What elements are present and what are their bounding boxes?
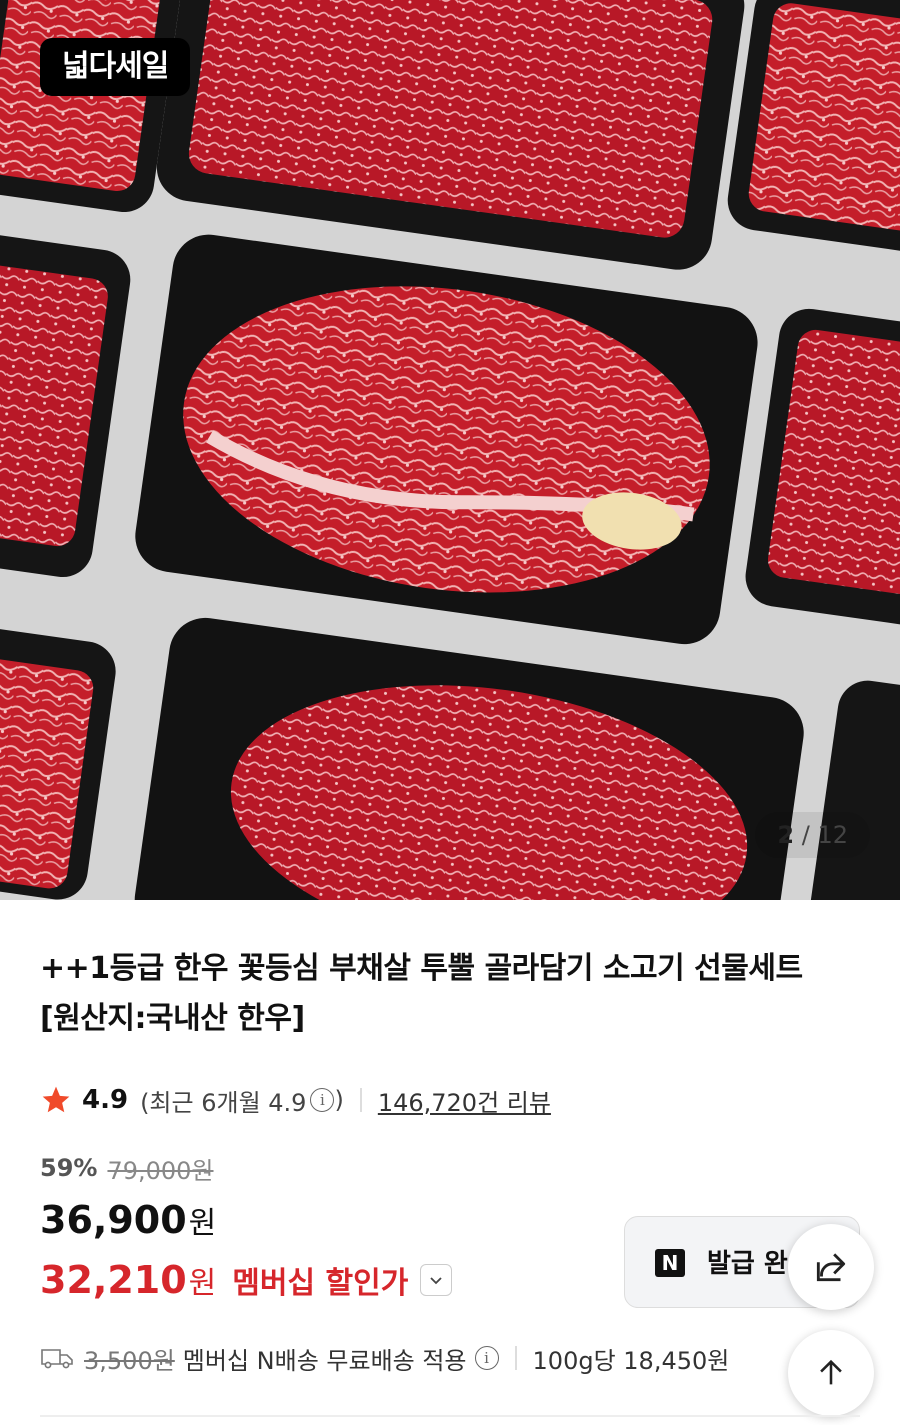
- image-counter: 2 / 12: [755, 812, 870, 858]
- divider: [514, 1346, 517, 1370]
- info-icon[interactable]: i: [310, 1088, 335, 1112]
- arrow-up-icon: [820, 1359, 842, 1385]
- share-button[interactable]: [788, 1224, 874, 1310]
- rating-recent-close: ): [334, 1086, 344, 1114]
- member-price-row[interactable]: 32,210원 멤버십 할인가: [40, 1258, 453, 1302]
- member-price-toggle[interactable]: [420, 1264, 453, 1296]
- original-price: 79,000원: [107, 1156, 214, 1185]
- member-price-label: 멤버십 할인가: [232, 1266, 409, 1301]
- chevron-down-icon: [430, 1277, 442, 1285]
- unit-price: 100g당 18,450원: [532, 1346, 730, 1375]
- star-icon: [42, 1086, 70, 1113]
- image-counter-separator: /: [801, 821, 810, 849]
- rating-value: 4.9: [82, 1085, 129, 1115]
- discount-percent: 59%: [40, 1154, 98, 1182]
- sale-price: 36,900원: [40, 1198, 216, 1242]
- shipping-row: 3,500원 멤버십 N배송 무료배송 적용 i 100g당 18,450원: [40, 1338, 729, 1378]
- review-count-link[interactable]: 146,720건 리뷰: [378, 1083, 551, 1118]
- divider: [40, 1415, 860, 1417]
- sale-badge: 넓다세일: [40, 38, 191, 96]
- truck-icon: [41, 1349, 73, 1369]
- product-title: ++1등급 한우 꽃등심 부채살 투뿔 골라담기 소고기 선물세트 [원산지:국…: [40, 951, 803, 1036]
- sale-price-value: 36,900: [40, 1198, 187, 1242]
- coupon-label: 발급 완: [707, 1249, 788, 1279]
- member-price: 32,210원: [40, 1258, 216, 1302]
- product-photo: [0, 0, 900, 900]
- divider: [359, 1088, 362, 1112]
- member-price-value: 32,210: [40, 1258, 187, 1302]
- image-counter-total: 12: [817, 821, 848, 849]
- original-shipping-fee: 3,500원: [84, 1346, 175, 1375]
- rating-recent: (최근 6개월 4.9: [140, 1088, 307, 1117]
- shipping-text: 멤버십 N배송 무료배송 적용: [182, 1346, 467, 1375]
- rating-row: 4.9 (최근 6개월 4.9 i ) 146,720건 리뷰: [40, 1078, 551, 1122]
- info-icon[interactable]: i: [474, 1346, 499, 1370]
- discount-row: 59% 79,000원: [40, 1150, 214, 1186]
- product-image-carousel[interactable]: 넓다세일 2 / 12: [0, 0, 900, 900]
- member-price-unit: 원: [188, 1266, 217, 1301]
- share-icon: [816, 1253, 846, 1282]
- sale-price-unit: 원: [188, 1206, 217, 1241]
- naver-n-icon: N: [655, 1249, 685, 1277]
- scroll-top-button[interactable]: [788, 1330, 874, 1416]
- image-counter-current: 2: [777, 821, 795, 849]
